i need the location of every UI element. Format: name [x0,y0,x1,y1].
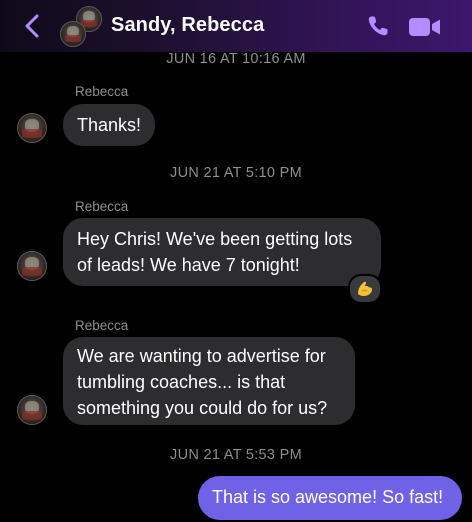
avatar[interactable] [60,21,86,47]
timestamp: JUN 16 AT 10:16 AM [166,51,306,67]
message-bubble-outgoing[interactable]: That is so awesome! So fast! [198,476,462,520]
chevron-left-icon[interactable] [22,12,44,40]
sender-name: Rebecca [75,199,129,214]
sender-name: Rebecca [75,318,129,333]
avatar[interactable] [17,113,47,143]
avatar[interactable] [17,395,47,425]
message-bubble-incoming[interactable]: Thanks! [63,104,156,146]
chat-header: Sandy, Rebecca [0,0,472,52]
flexed-biceps-icon [358,281,373,296]
message-bubble-incoming[interactable]: We are wanting to advertise for tumbling… [63,337,355,425]
phone-icon[interactable] [366,14,390,38]
timestamp: JUN 21 AT 5:53 PM [170,447,302,463]
timestamp: JUN 21 AT 5:10 PM [170,165,302,181]
avatar[interactable] [17,251,47,281]
message-bubble-incoming[interactable]: Hey Chris! We've been getting lots of le… [63,218,381,286]
video-camera-icon[interactable] [408,16,442,38]
reaction-badge[interactable] [348,274,382,304]
conversation-title[interactable]: Sandy, Rebecca [111,14,264,37]
sender-name: Rebecca [75,84,129,99]
